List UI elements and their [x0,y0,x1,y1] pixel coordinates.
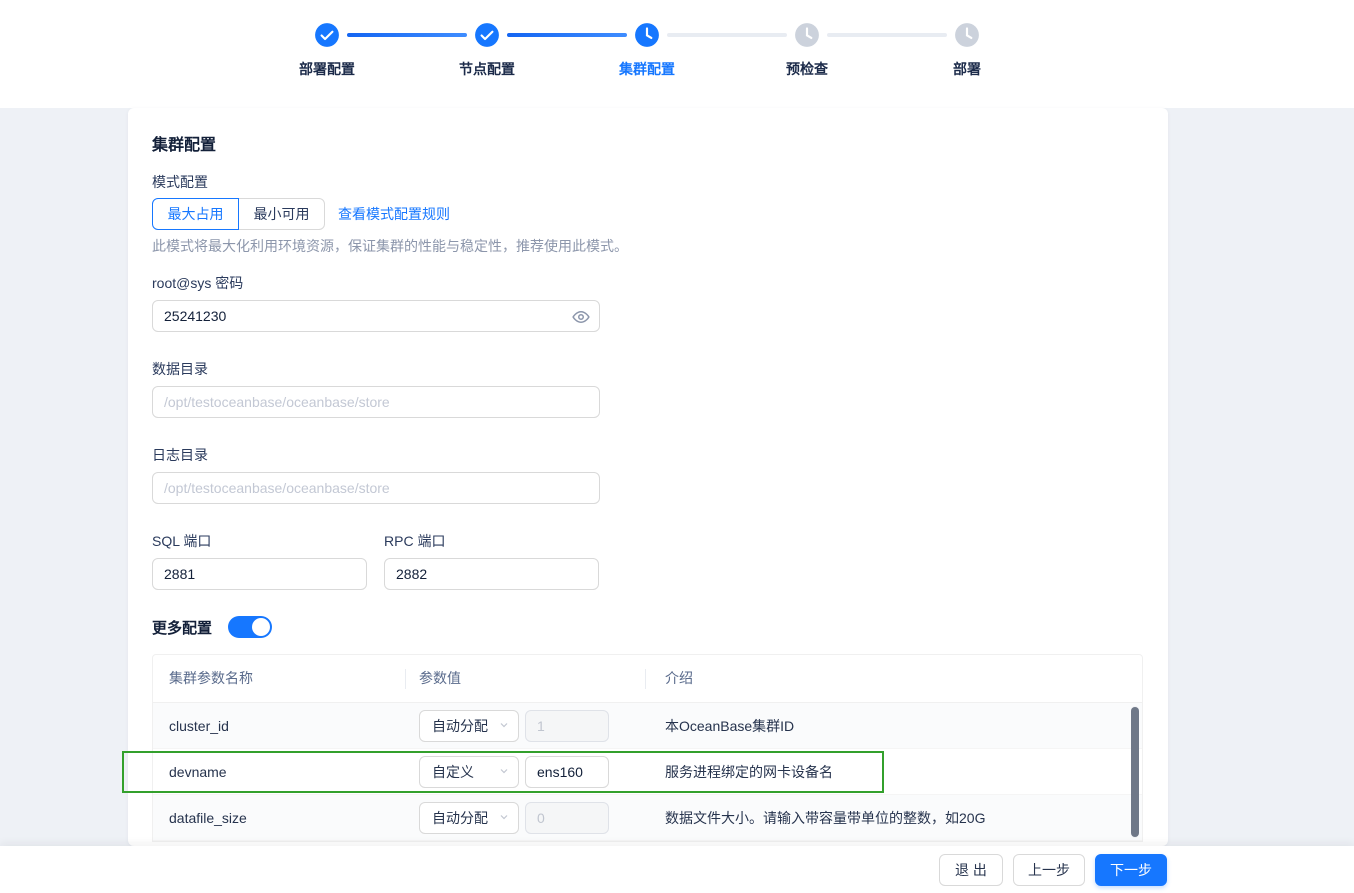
eye-icon[interactable] [572,308,590,326]
chevron-down-icon [498,718,510,734]
deployment-stepper: 部署配置 节点配置 集群配置 预检查 部署 [247,22,1047,94]
check-circle-icon [314,22,340,48]
card-title: 集群配置 [152,137,217,154]
data-dir-label: 数据目录 [152,361,208,377]
clock-icon [954,22,980,48]
exit-button[interactable]: 退 出 [939,853,1003,886]
table-header: 集群参数名称 参数值 介绍 [153,655,1142,703]
clock-icon [794,22,820,48]
table-row: cluster_id 自动分配 本OceanBase集群ID [153,703,1142,749]
select-value: 自动分配 [432,717,488,734]
more-config-toggle[interactable] [228,616,273,638]
root-password-input[interactable] [152,300,600,332]
rpc-port-input[interactable] [384,558,599,590]
header-param-value: 参数值 [419,670,461,686]
chevron-down-icon [498,764,510,780]
table-row: datafile_size 自动分配 数据文件大小。请输入带容量带单位的整数，如… [153,795,1142,841]
step-deploy: 部署 [887,22,1047,79]
step-node-config: 节点配置 [407,22,567,79]
param-mode-select[interactable]: 自动分配 [419,801,519,834]
step-deploy-config: 部署配置 [247,22,407,79]
header-divider [645,669,646,689]
param-name: devname [169,763,227,780]
param-mode-select[interactable]: 自动分配 [419,709,519,742]
next-step-button[interactable]: 下一步 [1095,853,1167,886]
previous-step-button[interactable]: 上一步 [1013,853,1085,886]
header-divider [405,669,406,689]
step-label: 预检查 [786,61,828,77]
header-param-desc: 介绍 [665,670,693,686]
mode-description: 此模式将最大化利用环境资源，保证集群的性能与稳定性，推荐使用此模式。 [152,238,628,254]
step-label: 集群配置 [619,61,675,77]
sql-port-input[interactable] [152,558,367,590]
step-cluster-config: 集群配置 [567,22,727,79]
param-value-input[interactable] [525,755,609,788]
step-precheck: 预检查 [727,22,887,79]
mode-option-group: 最大占用 最小可用 [152,198,325,230]
mode-option-min-available[interactable]: 最小可用 [238,198,325,230]
root-password-label: root@sys 密码 [152,275,244,291]
mode-option-max-usage[interactable]: 最大占用 [152,198,239,230]
param-mode-select[interactable]: 自定义 [419,755,519,788]
param-desc: 服务进程绑定的网卡设备名 [665,763,833,780]
select-value: 自动分配 [432,809,488,826]
step-label: 部署配置 [299,61,355,77]
select-value: 自定义 [432,763,474,780]
log-dir-input[interactable] [152,472,600,504]
table-scrollbar[interactable] [1131,707,1139,837]
param-desc: 数据文件大小。请输入带容量带单位的整数，如20G [665,809,986,826]
param-name: cluster_id [169,717,229,734]
chevron-down-icon [498,810,510,826]
more-config-label: 更多配置 [152,619,213,637]
data-dir-input[interactable] [152,386,600,418]
param-value-input [525,709,609,742]
clock-icon [634,22,660,48]
table-row: devname 自定义 服务进程绑定的网卡设备名 [153,749,1142,795]
mode-config-label: 模式配置 [152,174,208,190]
toggle-knob [252,618,271,636]
log-dir-label: 日志目录 [152,447,208,463]
cluster-params-table: 集群参数名称 参数值 介绍 cluster_id 自动分配 本OceanBase… [152,654,1143,842]
rpc-port-label: RPC 端口 [384,533,446,549]
param-value-input [525,801,609,834]
view-mode-rules-link[interactable]: 查看模式配置规则 [338,198,450,230]
step-label: 节点配置 [459,61,515,77]
param-desc: 本OceanBase集群ID [665,717,795,734]
param-name: datafile_size [169,809,247,826]
cluster-config-card: 集群配置 模式配置 最大占用 最小可用 查看模式配置规则 此模式将最大化利用环境… [128,108,1168,846]
step-label: 部署 [953,61,981,77]
check-circle-icon [474,22,500,48]
wizard-footer: 退 出 上一步 下一步 [0,846,1354,893]
header-param-name: 集群参数名称 [169,670,253,686]
sql-port-label: SQL 端口 [152,533,212,549]
